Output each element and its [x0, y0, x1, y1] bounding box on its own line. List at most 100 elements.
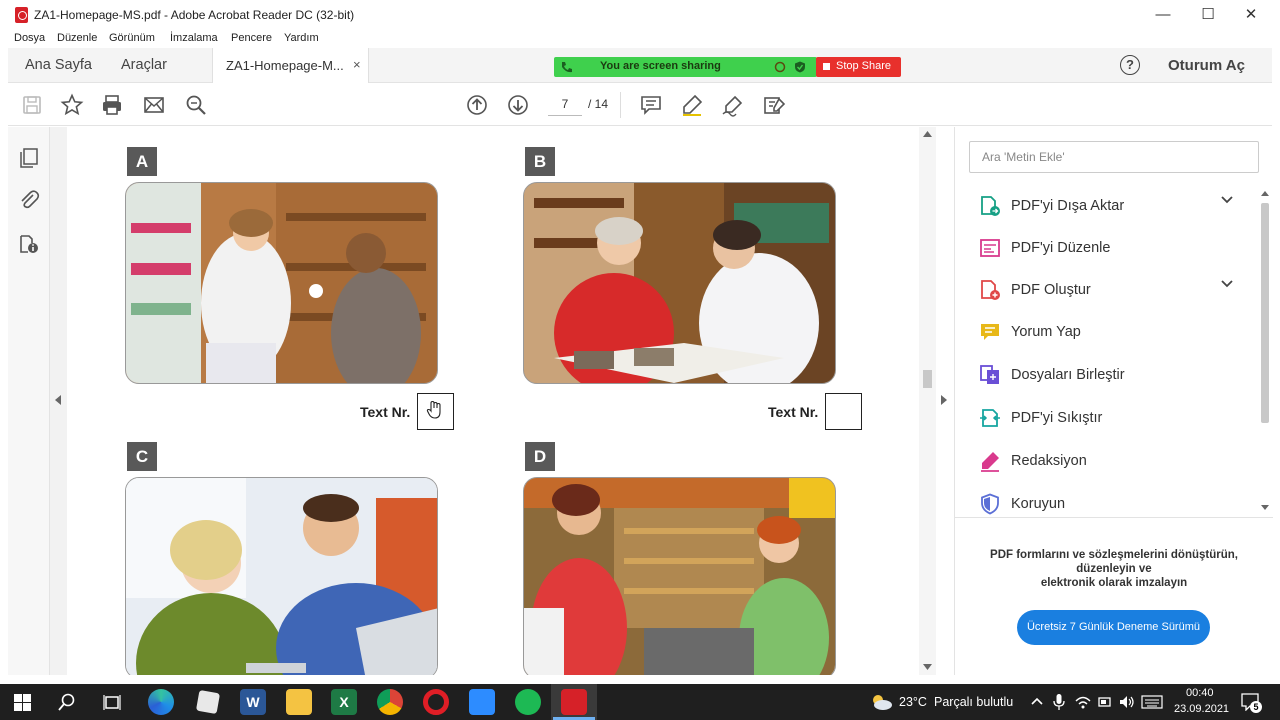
file-explorer-icon[interactable]: [286, 689, 312, 715]
text-nr-label-a: Text Nr.: [360, 404, 411, 420]
tool-label: PDF'yi Dışa Aktar: [1011, 198, 1125, 214]
document-viewer[interactable]: A Text Nr. B Text Nr. C D: [50, 127, 936, 675]
chevron-down-icon[interactable]: [1221, 196, 1233, 204]
weather-description[interactable]: Parçalı bulutlu: [934, 695, 1013, 709]
notification-badge: 5: [1250, 701, 1262, 713]
scroll-up-icon[interactable]: [923, 131, 932, 137]
page-thumbnails-icon[interactable]: [18, 147, 40, 169]
acrobat-taskbar-icon[interactable]: [561, 689, 587, 715]
windows-start-icon[interactable]: [14, 694, 31, 711]
scroll-down-icon[interactable]: [1261, 505, 1269, 510]
scroll-up-icon[interactable]: [1261, 191, 1269, 196]
zoom-search-icon[interactable]: [184, 93, 208, 117]
zoom-icon[interactable]: [469, 689, 495, 715]
clock-time[interactable]: 00:40: [1186, 687, 1214, 699]
opera-icon[interactable]: [423, 689, 449, 715]
signin-button[interactable]: Oturum Aç: [1168, 57, 1245, 74]
section-label-c: C: [127, 442, 157, 471]
next-page-icon[interactable]: [506, 93, 530, 117]
free-trial-button[interactable]: Ücretsiz 7 Günlük Deneme Sürümü: [1017, 610, 1210, 645]
photo-photo-album: [523, 182, 836, 384]
title-bar: ZA1-Homepage-MS.pdf - Adobe Acrobat Read…: [0, 0, 1280, 30]
highlight-pen-icon[interactable]: [680, 93, 704, 117]
promo-line: PDF formlarını ve sözleşmelerini dönüştü…: [990, 549, 1238, 561]
battery-icon[interactable]: [1097, 695, 1113, 709]
help-icon[interactable]: ?: [1120, 55, 1140, 75]
tool-combine-files[interactable]: Dosyaları Birleştir: [955, 356, 1255, 396]
comment-icon[interactable]: [639, 93, 663, 117]
print-icon[interactable]: [100, 93, 124, 117]
create-pdf-icon: [981, 280, 1000, 300]
word-icon[interactable]: W: [240, 689, 266, 715]
notes-app-icon[interactable]: [195, 689, 221, 715]
tool-label: Koruyun: [1011, 496, 1066, 512]
section-label-b: B: [525, 147, 555, 176]
tab-home[interactable]: Ana Sayfa: [25, 57, 92, 73]
combine-files-icon: [980, 365, 999, 384]
maximize-button[interactable]: ☐: [1185, 0, 1231, 30]
tool-redact[interactable]: Redaksiyon: [955, 442, 1255, 482]
scroll-thumb[interactable]: [923, 370, 932, 388]
tab-tools[interactable]: Araçlar: [121, 57, 167, 73]
fill-sign-icon[interactable]: [762, 93, 786, 117]
menu-sign[interactable]: İmzalama: [170, 32, 218, 44]
excel-icon[interactable]: X: [331, 689, 357, 715]
stop-share-button[interactable]: Stop Share: [816, 57, 901, 77]
comment-icon: [981, 324, 999, 340]
document-info-icon[interactable]: [18, 233, 40, 255]
tool-label: PDF'yi Düzenle: [1011, 240, 1111, 256]
tool-comment[interactable]: Yorum Yap: [955, 313, 1255, 353]
screen-share-status: You are screen sharing: [600, 60, 721, 72]
scroll-down-icon[interactable]: [923, 664, 932, 670]
chevron-up-icon[interactable]: [1031, 697, 1043, 705]
attachment-icon[interactable]: [18, 189, 40, 211]
minimize-button[interactable]: —: [1140, 0, 1186, 30]
edge-browser-icon[interactable]: [148, 689, 174, 715]
keyboard-icon[interactable]: [1141, 695, 1163, 709]
menu-file[interactable]: Dosya: [14, 32, 45, 44]
menu-help[interactable]: Yardım: [284, 32, 319, 44]
tab-document-label: ZA1-Homepage-M...: [226, 58, 344, 73]
tool-edit-pdf[interactable]: PDF'yi Düzenle: [955, 229, 1255, 269]
close-window-button[interactable]: ✕: [1228, 0, 1274, 30]
tab-document[interactable]: ZA1-Homepage-M... ×: [212, 48, 369, 83]
expand-panel-icon[interactable]: [940, 395, 948, 405]
answer-box-a[interactable]: [417, 393, 454, 430]
spotify-icon[interactable]: [515, 689, 541, 715]
menu-view[interactable]: Görünüm: [109, 32, 155, 44]
window-title: ZA1-Homepage-MS.pdf - Adobe Acrobat Read…: [34, 8, 355, 22]
tab-close-icon[interactable]: ×: [353, 57, 361, 72]
star-icon[interactable]: [60, 93, 84, 117]
microphone-icon[interactable]: [1053, 693, 1065, 711]
tool-export-pdf[interactable]: PDF'yi Dışa Aktar: [955, 187, 1255, 227]
collapse-left-icon[interactable]: [54, 395, 62, 405]
tool-label: Dosyaları Birleştir: [1011, 367, 1125, 383]
hand-cursor-icon: [426, 400, 441, 419]
email-icon[interactable]: [142, 93, 166, 117]
tool-create-pdf[interactable]: PDF Oluştur: [955, 271, 1255, 311]
search-icon[interactable]: [58, 693, 76, 711]
tool-label: PDF Oluştur: [1011, 282, 1091, 298]
clock-date[interactable]: 23.09.2021: [1174, 703, 1229, 715]
page-number-input[interactable]: 7: [548, 92, 582, 116]
chevron-down-icon[interactable]: [1221, 280, 1233, 288]
menu-edit[interactable]: Düzenle: [57, 32, 97, 44]
save-icon[interactable]: [20, 93, 44, 117]
panel-scroll-thumb[interactable]: [1261, 203, 1269, 423]
answer-box-b[interactable]: [825, 393, 862, 430]
previous-page-icon[interactable]: [465, 93, 489, 117]
stop-share-label: Stop Share: [836, 60, 892, 72]
tool-protect[interactable]: Koruyun: [955, 485, 1255, 525]
menu-window[interactable]: Pencere: [231, 32, 272, 44]
sign-pen-icon[interactable]: [721, 93, 745, 117]
document-scrollbar[interactable]: [919, 127, 936, 675]
tools-search-input[interactable]: Ara 'Metin Ekle': [969, 141, 1259, 173]
photo-supermarket: [523, 477, 836, 675]
task-view-icon[interactable]: [103, 693, 121, 711]
volume-icon[interactable]: [1119, 695, 1135, 709]
chrome-icon[interactable]: [377, 689, 403, 715]
tool-compress-pdf[interactable]: PDF'yi Sıkıştır: [955, 399, 1255, 439]
network-icon[interactable]: [1075, 695, 1091, 709]
panel-scrollbar[interactable]: [1259, 189, 1271, 517]
page-total: / 14: [588, 97, 609, 111]
